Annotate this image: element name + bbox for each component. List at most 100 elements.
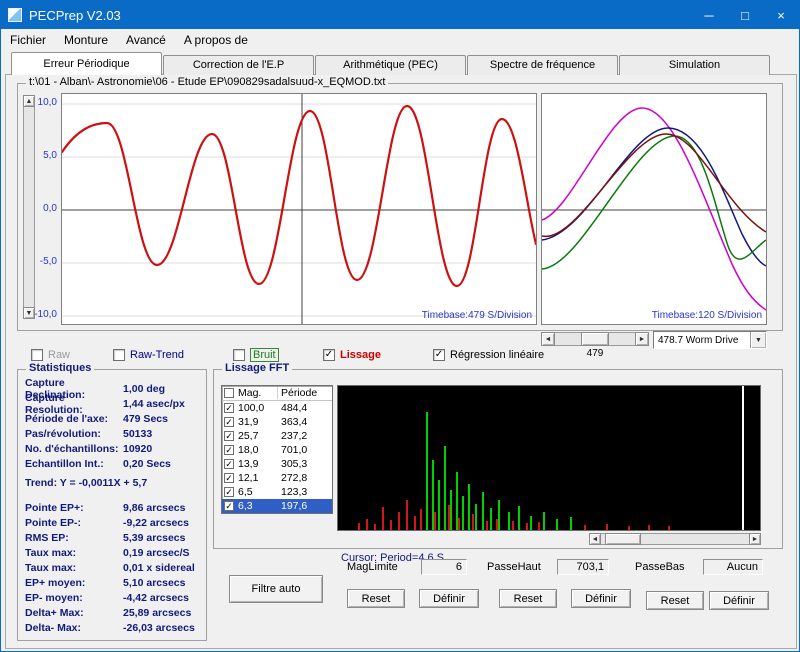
stat-row: No. d'échantillons: 10920 <box>25 441 201 456</box>
fft-period: 123,3 <box>281 486 308 498</box>
tab-simulation[interactable]: Simulation <box>619 55 770 75</box>
fft-scroll-left-icon[interactable]: ◄ <box>589 533 601 545</box>
maglimite-value[interactable]: 6 <box>421 559 467 575</box>
fft-list-row[interactable]: ✓ 13,9 305,3 <box>222 457 332 471</box>
raw-checkbox-box[interactable] <box>31 349 43 361</box>
tab-correction-ep[interactable]: Correction de l'E.P <box>163 55 314 75</box>
raw-checkbox[interactable]: Raw <box>31 348 70 362</box>
menu-a-propos[interactable]: A propos de <box>175 31 257 49</box>
titlebar[interactable]: PECPrep V2.03 ─ □ × <box>1 1 799 29</box>
fft-mag: 13,9 <box>238 458 259 470</box>
fft-list-row[interactable]: ✓ 25,7 237,2 <box>222 429 332 443</box>
scroll-left-icon[interactable]: ◄ <box>541 332 555 346</box>
chart-file-path: t:\01 - Alban\- Astronomie\06 - Etude EP… <box>26 76 389 88</box>
fft-list-row[interactable]: ✓ 100,0 484,4 <box>222 401 332 415</box>
fft-mag: 25,7 <box>238 430 259 442</box>
fft-col-mag[interactable]: Mag. <box>238 387 278 399</box>
fft-row-checkbox[interactable]: ✓ <box>224 501 234 511</box>
tab-arithmetique-pec[interactable]: Arithmétique (PEC) <box>315 55 466 75</box>
stat-value: 1,00 deg <box>123 382 166 395</box>
maglimite-reset-button[interactable]: Reset <box>347 589 405 608</box>
close-button[interactable]: × <box>763 1 799 29</box>
menu-fichier[interactable]: Fichier <box>1 31 55 49</box>
fft-scrollbar-thumb[interactable] <box>605 533 641 545</box>
passebas-definir-button[interactable]: Définir <box>709 591 769 610</box>
stat-value: 10920 <box>123 442 153 455</box>
y-tick-0: 0,0 <box>43 203 57 214</box>
fft-row-checkbox[interactable]: ✓ <box>224 445 234 455</box>
fft-row-checkbox[interactable]: ✓ <box>224 417 234 427</box>
stat-row: Période de l'axe: 479 Secs <box>25 411 201 426</box>
pecprep-window: PECPrep V2.03 ─ □ × Fichier Monture Avan… <box>0 0 800 652</box>
stat-row: EP- moyen: -4,42 arcsecs <box>25 590 201 605</box>
passehaut-definir-button[interactable]: Définir <box>571 589 631 608</box>
filtre-auto-button[interactable]: Filtre auto <box>229 575 323 603</box>
fft-list-row[interactable]: ✓ 18,0 701,0 <box>222 443 332 457</box>
fft-scroll-right-icon[interactable]: ► <box>749 533 761 545</box>
bruit-checkbox-box[interactable] <box>233 349 245 361</box>
fft-mag: 6,5 <box>238 486 253 498</box>
scroll-right-icon[interactable]: ► <box>635 332 649 346</box>
tab-erreur-periodique[interactable]: Erreur Périodique <box>11 52 162 75</box>
passebas-reset-button[interactable]: Reset <box>646 591 704 610</box>
tab-spectre-frequence[interactable]: Spectre de fréquence <box>467 55 618 75</box>
stat-row: EP+ moyen: 5,10 arcsecs <box>25 575 201 590</box>
lissage-checkbox-box[interactable]: ✓ <box>323 349 335 361</box>
menu-monture[interactable]: Monture <box>55 31 117 49</box>
fft-header-checkbox[interactable] <box>224 388 234 398</box>
stat-value: 0,20 Secs <box>123 457 171 470</box>
passehaut-reset-button[interactable]: Reset <box>499 589 557 608</box>
lissage-label: Lissage <box>340 349 381 361</box>
stat-value: 9,86 arcsecs <box>123 501 186 514</box>
stat-value: 1,44 asec/px <box>123 397 185 410</box>
worm-scrollbar-thumb[interactable] <box>581 332 609 346</box>
fft-row-checkbox[interactable]: ✓ <box>224 403 234 413</box>
minimize-button[interactable]: ─ <box>691 1 727 29</box>
stat-label: Delta- Max: <box>25 621 82 634</box>
y-tick-neg5: -5,0 <box>39 256 57 267</box>
fft-list-row[interactable]: ✓ 31,9 363,4 <box>222 415 332 429</box>
stats-rows: Capture Declination: 1,00 deg Capture Res… <box>25 377 201 635</box>
fft-row-checkbox[interactable]: ✓ <box>224 431 234 441</box>
maximize-button[interactable]: □ <box>727 1 763 29</box>
passebas-value[interactable]: Aucun <box>703 559 763 575</box>
fft-component-list[interactable]: Mag. Période ✓ 100,0 484,4 ✓ 31,9 363,4 ✓ 25,… <box>221 385 333 514</box>
stat-value: 0,19 arcsec/S <box>123 546 190 559</box>
trend-row: Trend: Y = -0,0011X + 5,7 <box>25 477 148 489</box>
fft-mag: 18,0 <box>238 444 259 456</box>
bruit-checkbox[interactable]: Bruit <box>233 348 279 362</box>
fft-row-checkbox[interactable]: ✓ <box>224 487 234 497</box>
lissage-checkbox[interactable]: ✓ Lissage <box>323 348 381 362</box>
fft-list-row-selected[interactable]: ✓ 6,3 197,6 <box>222 499 332 513</box>
regression-checkbox[interactable]: ✓ Régression linéaire <box>433 348 544 362</box>
worm-cycle-chart[interactable]: Timebase:120 S/Division <box>541 93 767 325</box>
stat-row: Pointe EP+: 9,86 arcsecs <box>25 500 201 515</box>
fft-spectrum-chart[interactable] <box>337 385 761 531</box>
passehaut-value[interactable]: 703,1 <box>557 559 609 575</box>
stats-title: Statistiques <box>26 362 95 374</box>
worm-drive-dropdown[interactable]: 478.7 Worm Drive ▼ <box>653 331 767 349</box>
y-tick-5: 5,0 <box>43 150 57 161</box>
fft-col-period[interactable]: Période <box>278 387 332 399</box>
timebase-right-label: Timebase:120 S/Division <box>651 310 762 321</box>
stat-label: Pointe EP-: <box>25 516 82 529</box>
stat-label: Delta+ Max: <box>25 606 84 619</box>
stat-value: 5,39 arcsecs <box>123 531 186 544</box>
raw-trend-checkbox[interactable]: Raw-Trend <box>113 348 184 362</box>
fft-period: 701,0 <box>281 444 308 456</box>
raw-trend-checkbox-box[interactable] <box>113 349 125 361</box>
stat-row: Delta- Max: -26,03 arcsecs <box>25 620 201 635</box>
fft-list-row[interactable]: ✓ 12,1 272,8 <box>222 471 332 485</box>
fft-period: 272,8 <box>281 472 308 484</box>
worm-cycle-plot <box>541 107 767 311</box>
menu-avance[interactable]: Avancé <box>117 31 175 49</box>
fft-row-checkbox[interactable]: ✓ <box>224 459 234 469</box>
worm-scroll-value: 479 <box>586 348 604 359</box>
maglimite-definir-button[interactable]: Définir <box>419 589 479 608</box>
menubar: Fichier Monture Avancé A propos de <box>1 29 799 51</box>
fft-list-row[interactable]: ✓ 6,5 123,3 <box>222 485 332 499</box>
fft-row-checkbox[interactable]: ✓ <box>224 473 234 483</box>
regression-checkbox-box[interactable]: ✓ <box>433 349 445 361</box>
chevron-down-icon[interactable]: ▼ <box>750 332 766 348</box>
main-ep-chart[interactable]: Timebase:479 S/Division <box>60 93 538 325</box>
